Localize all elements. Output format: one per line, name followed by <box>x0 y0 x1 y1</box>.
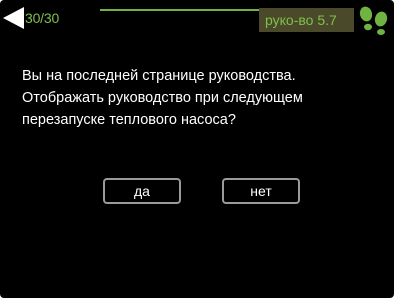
guide-label: руко-во 5.7 <box>265 12 337 28</box>
message-line: Вы на последней странице руководства. <box>22 68 296 84</box>
start-guide-screen: 30/30 руко-во 5.7 Вы на последней страни… <box>0 0 394 298</box>
header-divider <box>100 9 260 11</box>
message-line: перезапуске теплового насоса? <box>22 112 236 128</box>
footprints-icon <box>359 6 388 35</box>
no-button[interactable]: нет <box>222 178 300 204</box>
yes-button[interactable]: да <box>103 178 181 204</box>
back-arrow-icon[interactable] <box>3 7 24 29</box>
message-line: Отображать руководство при следующем <box>22 90 303 106</box>
guide-message: Вы на последней странице руководства. От… <box>22 65 382 131</box>
page-counter: 30/30 <box>25 10 60 26</box>
